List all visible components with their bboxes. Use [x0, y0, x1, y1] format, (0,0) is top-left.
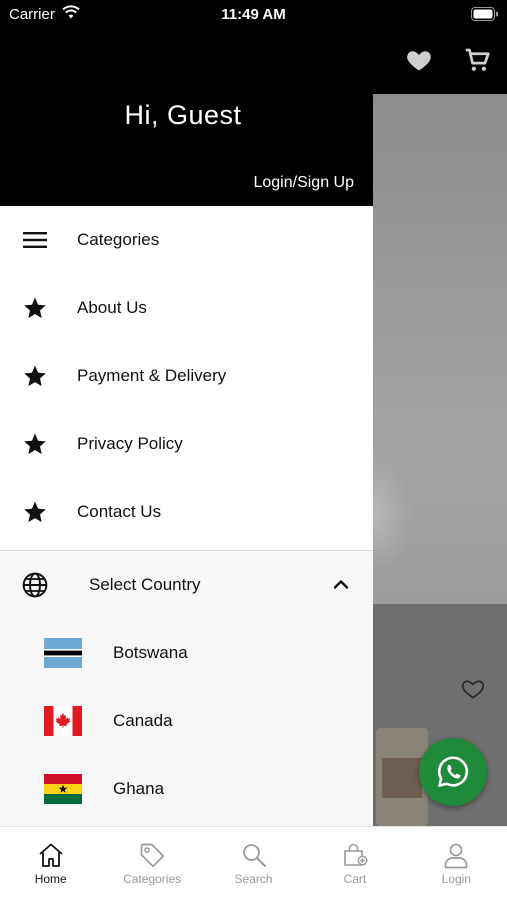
bottom-tab-bar: Home Categories Search Cart Login	[0, 826, 507, 900]
country-item-botswana[interactable]: Botswana	[0, 619, 373, 687]
country-name: Botswana	[113, 643, 188, 662]
country-item-canada[interactable]: Canada	[0, 687, 373, 755]
tab-label: Cart	[343, 872, 367, 886]
tab-login[interactable]: Login	[406, 827, 507, 900]
star-icon	[22, 363, 48, 389]
battery-icon	[471, 7, 498, 21]
menu-item-label: Payment & Delivery	[77, 366, 227, 385]
menu-item-about-us[interactable]: About Us	[0, 274, 373, 342]
status-bar: Carrier 11:49 AM	[0, 0, 507, 30]
greeting-text: Hi, Guest	[124, 100, 242, 130]
menu-item-label: Contact Us	[77, 502, 162, 521]
tag-icon	[140, 843, 165, 868]
cart-icon	[344, 843, 368, 866]
search-icon	[242, 844, 266, 867]
tab-categories[interactable]: Categories	[101, 827, 202, 900]
tab-search[interactable]: Search	[203, 827, 304, 900]
drawer-header: Hi, Guest Login/Sign Up	[0, 0, 373, 206]
country-selector: Select Country Botswana Canada Ghana	[0, 551, 373, 828]
wishlist-heart-icon[interactable]	[405, 46, 433, 74]
menu-item-privacy-policy[interactable]: Privacy Policy	[0, 410, 373, 478]
star-icon	[22, 499, 48, 525]
tab-label: Categories	[123, 872, 182, 886]
tab-home[interactable]: Home	[0, 827, 101, 900]
menu-item-contact-us[interactable]: Contact Us	[0, 478, 373, 546]
menu-item-label: Categories	[77, 230, 160, 249]
drawer-menu: Categories About Us Payment & Delivery P…	[0, 206, 373, 828]
canada-flag-icon	[44, 706, 82, 736]
country-name: Canada	[113, 711, 173, 730]
login-signup-link[interactable]: Login/Sign Up	[253, 174, 354, 192]
ghana-flag-icon	[44, 774, 82, 804]
chevron-up-icon	[333, 580, 349, 589]
user-icon	[444, 843, 468, 869]
botswana-flag-icon	[44, 638, 82, 668]
menu-item-categories[interactable]: Categories	[0, 206, 373, 274]
hamburger-icon	[22, 227, 48, 253]
star-icon	[22, 431, 48, 457]
select-country-toggle[interactable]: Select Country	[0, 551, 373, 619]
clock: 11:49 AM	[221, 6, 286, 23]
menu-item-label: About Us	[77, 298, 147, 317]
whatsapp-button[interactable]	[419, 738, 487, 806]
banner-image[interactable]	[373, 94, 507, 604]
tab-label: Login	[441, 872, 472, 886]
cart-top-icon[interactable]	[462, 45, 492, 75]
whatsapp-icon	[437, 756, 469, 787]
menu-item-label: Privacy Policy	[77, 434, 183, 453]
country-item-ghana[interactable]: Ghana	[0, 755, 373, 823]
tab-cart[interactable]: Cart	[304, 827, 405, 900]
tab-label: Search	[234, 872, 273, 886]
select-country-label: Select Country	[89, 575, 201, 594]
tab-label: Home	[34, 872, 67, 886]
country-name: Ghana	[113, 779, 165, 798]
menu-item-payment-delivery[interactable]: Payment & Delivery	[0, 342, 373, 410]
side-drawer: Hi, Guest Login/Sign Up Categories About…	[0, 0, 373, 828]
star-icon	[22, 295, 48, 321]
globe-icon	[22, 572, 48, 598]
home-icon	[39, 843, 63, 867]
favorite-outline-icon[interactable]	[460, 676, 486, 702]
